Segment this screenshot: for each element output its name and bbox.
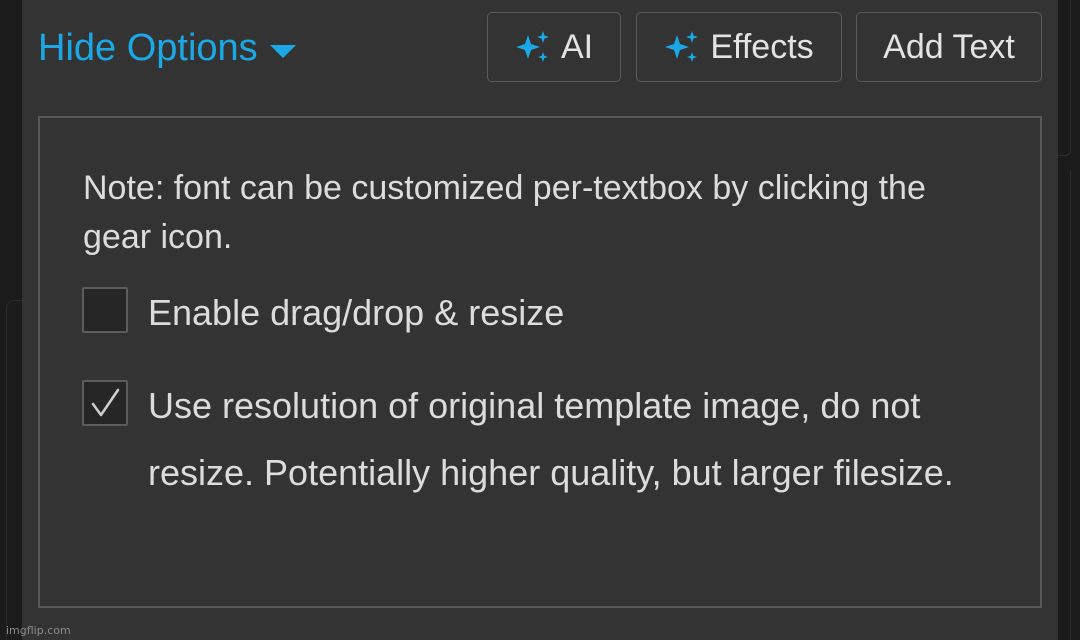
imgflip-watermark: imgflip.com <box>6 624 71 637</box>
right-background-card-edge-lower <box>1058 170 1071 640</box>
page: Hide Options AI Effects Add Text Note: f… <box>0 0 1080 640</box>
sparkles-icon <box>665 31 699 62</box>
effects-button[interactable]: Effects <box>636 12 842 82</box>
left-background-card-edge <box>6 300 23 640</box>
caret-down-icon <box>269 44 296 58</box>
add-text-button[interactable]: Add Text <box>856 12 1042 82</box>
drag-drop-resize-checkbox[interactable] <box>82 287 128 333</box>
options-box: Note: font can be customized per-textbox… <box>38 116 1042 608</box>
effects-button-label: Effects <box>710 27 814 66</box>
ai-button-label: AI <box>560 27 594 66</box>
left-background-panel <box>0 0 23 640</box>
original-resolution-label[interactable]: Use resolution of original template imag… <box>148 372 1008 506</box>
hide-options-label: Hide Options <box>38 26 258 69</box>
checkmark-icon <box>91 388 120 417</box>
options-panel: Hide Options AI Effects Add Text Note: f… <box>22 0 1058 640</box>
ai-button[interactable]: AI <box>487 12 621 82</box>
drag-drop-resize-label[interactable]: Enable drag/drop & resize <box>148 290 564 336</box>
original-resolution-checkbox[interactable] <box>82 380 128 426</box>
right-background-panel <box>1058 0 1080 640</box>
sparkles-icon <box>515 31 549 62</box>
right-background-card-edge <box>1058 0 1071 156</box>
hide-options-toggle[interactable]: Hide Options <box>38 24 296 72</box>
add-text-button-label: Add Text <box>883 27 1015 66</box>
font-note: Note: font can be customized per-textbox… <box>83 169 926 256</box>
